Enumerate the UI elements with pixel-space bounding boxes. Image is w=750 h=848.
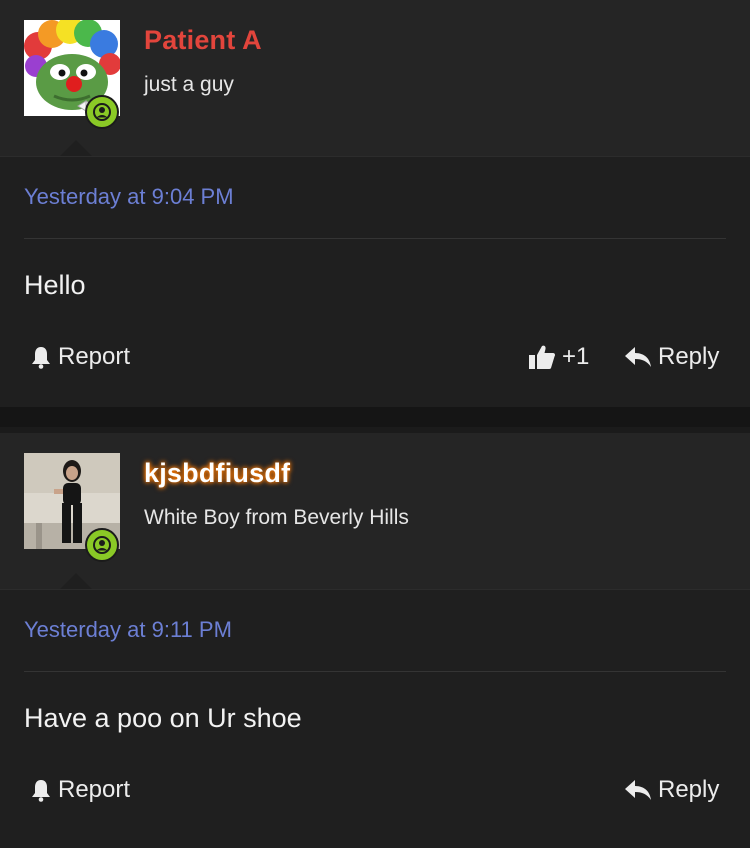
post-body: Yesterday at 9:04 PM Hello Report +1 Rep…	[0, 156, 750, 407]
reply-arrow-icon	[625, 780, 651, 800]
report-label: Report	[58, 343, 131, 370]
post-header: Patient A just a guy	[0, 0, 750, 156]
reply-arrow-icon	[625, 347, 651, 367]
header-pointer	[60, 573, 92, 589]
bell-icon	[32, 780, 50, 802]
user-title: just a guy	[144, 73, 234, 96]
bell-icon	[32, 347, 50, 369]
reply-button[interactable]: Reply	[624, 776, 719, 804]
thumbs-up-icon	[529, 345, 555, 369]
like-count: +1	[562, 343, 590, 370]
post-separator	[0, 407, 750, 427]
divider	[24, 238, 726, 239]
post-body: Yesterday at 9:11 PM Have a poo on Ur sh…	[0, 589, 750, 848]
report-button[interactable]: Report	[30, 776, 130, 804]
post-timestamp[interactable]: Yesterday at 9:04 PM	[24, 184, 234, 210]
post-2: kjsbdfiusdf White Boy from Beverly Hills…	[0, 433, 750, 848]
username[interactable]: Patient A	[144, 25, 262, 56]
divider	[24, 671, 726, 672]
user-title: White Boy from Beverly Hills	[144, 506, 409, 529]
report-button[interactable]: Report	[30, 343, 130, 371]
post-1: Patient A just a guy Yesterday at 9:04 P…	[0, 0, 750, 407]
reply-button[interactable]: Reply	[624, 343, 719, 371]
user-online-icon	[85, 528, 119, 562]
report-label: Report	[58, 776, 131, 803]
user-online-icon	[85, 95, 119, 129]
reply-label: Reply	[658, 343, 720, 370]
username[interactable]: kjsbdfiusdf	[144, 458, 290, 489]
reply-label: Reply	[658, 776, 720, 803]
message-text: Have a poo on Ur shoe	[24, 703, 302, 733]
post-header: kjsbdfiusdf White Boy from Beverly Hills	[0, 433, 750, 589]
like-button[interactable]: +1	[528, 343, 589, 371]
message-text: Hello	[24, 270, 86, 300]
header-pointer	[60, 140, 92, 156]
post-timestamp[interactable]: Yesterday at 9:11 PM	[24, 617, 232, 643]
